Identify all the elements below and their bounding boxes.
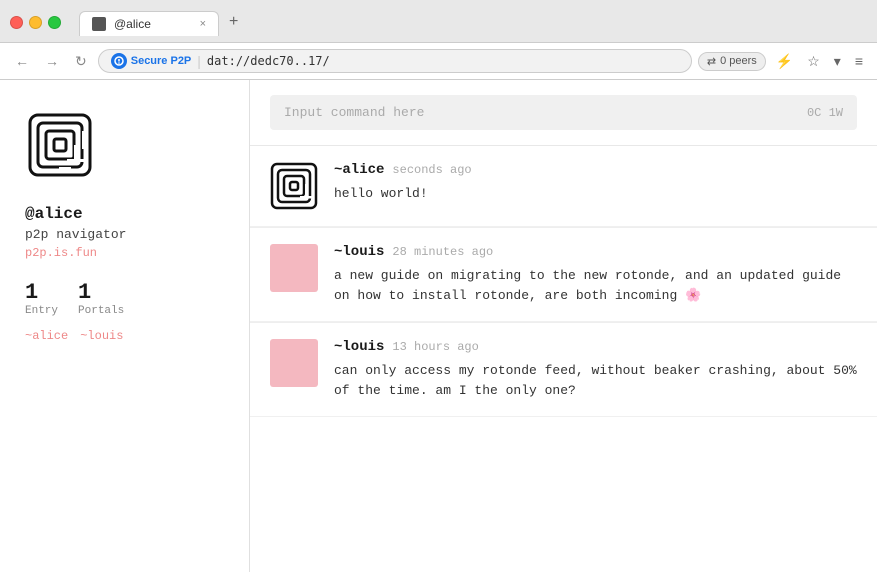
tab-bar: @alice × + xyxy=(79,8,867,36)
secure-label: Secure P2P xyxy=(131,55,192,67)
site-logo xyxy=(25,110,95,180)
secure-badge: Secure P2P xyxy=(111,53,192,69)
site-link[interactable]: p2p.is.fun xyxy=(25,246,224,260)
sidebar: @alice p2p navigator p2p.is.fun 1 Entry … xyxy=(0,80,250,572)
new-tab-button[interactable]: + xyxy=(219,8,248,36)
post-3-header: ~louis 13 hours ago xyxy=(334,339,857,355)
tab-title: @alice xyxy=(114,17,151,31)
post-2-time: 28 minutes ago xyxy=(392,245,493,259)
logo-container xyxy=(25,110,224,185)
command-input-wrapper[interactable]: Input command here 0C 1W xyxy=(270,95,857,130)
username: @alice xyxy=(25,205,224,223)
main-content: @alice p2p navigator p2p.is.fun 1 Entry … xyxy=(0,80,877,572)
url-display: dat://dedc70..17/ xyxy=(207,54,330,68)
post-3: ~louis 13 hours ago can only access my r… xyxy=(250,323,877,417)
peers-icon: ⇄ xyxy=(707,55,716,68)
back-button[interactable]: ← xyxy=(10,51,34,71)
bolt-button[interactable]: ⚡ xyxy=(772,51,797,72)
menu-button[interactable]: ≡ xyxy=(851,51,867,71)
stats-row: 1 Entry 1 Portals xyxy=(25,280,224,317)
nav-right: ⇄ 0 peers ⚡ ☆ ▾ ≡ xyxy=(698,51,867,72)
secure-icon xyxy=(111,53,127,69)
follow-alice[interactable]: ~alice xyxy=(25,329,68,343)
star-button[interactable]: ☆ xyxy=(803,51,824,72)
follow-louis[interactable]: ~louis xyxy=(80,329,123,343)
tab-close-button[interactable]: × xyxy=(200,18,206,30)
louis-avatar-1 xyxy=(270,244,318,292)
post-1-header: ~alice seconds ago xyxy=(334,162,857,178)
post-3-body: ~louis 13 hours ago can only access my r… xyxy=(334,339,857,400)
close-button[interactable] xyxy=(10,16,23,29)
active-tab[interactable]: @alice × xyxy=(79,11,219,36)
url-separator: | xyxy=(197,53,201,69)
post-1-text: hello world! xyxy=(334,184,857,204)
dropdown-button[interactable]: ▾ xyxy=(830,51,845,72)
post-1-body: ~alice seconds ago hello world! xyxy=(334,162,857,210)
peers-badge: ⇄ 0 peers xyxy=(698,52,766,71)
title-bar: @alice × + xyxy=(0,0,877,42)
post-1-author: ~alice xyxy=(334,162,384,178)
stat-portals: 1 Portals xyxy=(78,280,124,317)
portals-label: Portals xyxy=(78,305,124,317)
post-2-body: ~louis 28 minutes ago a new guide on mig… xyxy=(334,244,857,305)
post-3-time: 13 hours ago xyxy=(392,340,478,354)
tagline: p2p navigator xyxy=(25,227,224,242)
peers-count: 0 peers xyxy=(720,55,757,67)
command-bar: Input command here 0C 1W xyxy=(250,80,877,146)
tab-favicon xyxy=(92,17,106,31)
command-placeholder: Input command here xyxy=(284,105,424,120)
traffic-lights xyxy=(10,16,61,29)
entry-count: 1 xyxy=(25,280,38,305)
post-1-time: seconds ago xyxy=(392,163,471,177)
post-3-text: can only access my rotonde feed, without… xyxy=(334,361,857,400)
maximize-button[interactable] xyxy=(48,16,61,29)
browser-chrome: @alice × + ← → ↻ Secure P2P | dat://de xyxy=(0,0,877,80)
post-2-header: ~louis 28 minutes ago xyxy=(334,244,857,260)
post-2: ~louis 28 minutes ago a new guide on mig… xyxy=(250,228,877,322)
post-2-author: ~louis xyxy=(334,244,384,260)
post-2-text: a new guide on migrating to the new roto… xyxy=(334,266,857,305)
minimize-button[interactable] xyxy=(29,16,42,29)
follow-list: ~alice ~louis xyxy=(25,329,224,343)
feed: Input command here 0C 1W ~alice xyxy=(250,80,877,572)
alice-avatar xyxy=(270,162,318,210)
nav-bar: ← → ↻ Secure P2P | dat://dedc70..17/ ⇄ 0 xyxy=(0,42,877,79)
address-bar[interactable]: Secure P2P | dat://dedc70..17/ xyxy=(98,49,692,73)
command-hints: 0C 1W xyxy=(807,106,843,120)
portals-count: 1 xyxy=(78,280,91,305)
stat-entry: 1 Entry xyxy=(25,280,58,317)
reload-button[interactable]: ↻ xyxy=(70,51,92,72)
louis-avatar-2 xyxy=(270,339,318,387)
post-3-author: ~louis xyxy=(334,339,384,355)
post-1: ~alice seconds ago hello world! xyxy=(250,146,877,227)
entry-label: Entry xyxy=(25,305,58,317)
forward-button[interactable]: → xyxy=(40,51,64,71)
